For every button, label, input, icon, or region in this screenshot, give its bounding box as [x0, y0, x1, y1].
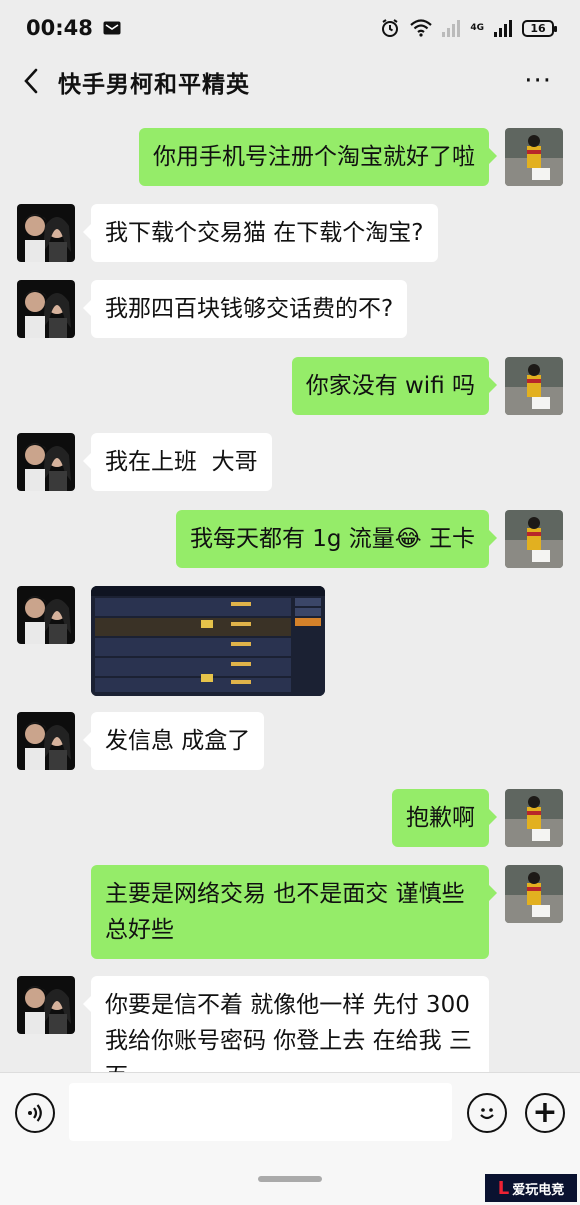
- home-indicator[interactable]: [258, 1176, 322, 1182]
- status-bar: 00:48 4G 16: [0, 0, 580, 56]
- avatar-photo-icon: [505, 357, 563, 415]
- more-dots-icon: ···: [524, 66, 552, 96]
- signal-sim2-icon: [494, 19, 512, 37]
- message-bubble-incoming[interactable]: 我在上班 大哥: [83, 433, 272, 491]
- more-button[interactable]: ···: [524, 66, 552, 96]
- voice-button[interactable]: [15, 1093, 55, 1133]
- battery-level: 16: [530, 21, 546, 35]
- alarm-icon: [382, 19, 399, 37]
- network-type: 4G: [470, 22, 484, 33]
- plus-icon: +: [532, 1095, 558, 1130]
- watermark-text: 爱玩电竞: [512, 1182, 565, 1198]
- message-bubble-outgoing[interactable]: 你家没有 wifi 吗: [291, 357, 498, 415]
- contact-avatar[interactable]: [17, 433, 75, 491]
- my-avatar[interactable]: [505, 865, 563, 923]
- my-avatar[interactable]: [505, 357, 563, 415]
- avatar-photo-icon: [17, 433, 75, 491]
- chevron-left-icon: [24, 68, 38, 94]
- contact-avatar[interactable]: [17, 204, 75, 262]
- avatar-photo-icon: [505, 510, 563, 568]
- contact-avatar[interactable]: [17, 586, 75, 644]
- avatar-photo-icon: [17, 976, 75, 1034]
- my-avatar[interactable]: [505, 128, 563, 186]
- message-bubble-incoming[interactable]: 我下载个交易猫 在下载个淘宝?: [83, 204, 438, 262]
- emoji-icon: [480, 1108, 494, 1120]
- message-bubble-outgoing[interactable]: 主要是网络交易 也不是面交 谨慎些总好些: [91, 865, 497, 959]
- message-input[interactable]: [69, 1083, 452, 1141]
- chat-title: 快手男柯和平精英: [58, 72, 250, 98]
- voice-icon: [28, 1104, 42, 1122]
- game-screenshot-image: [91, 586, 325, 696]
- avatar-photo-icon: [505, 128, 563, 186]
- message-bubble-incoming[interactable]: 我那四百块钱够交话费的不?: [82, 280, 408, 338]
- battery-icon: 16: [522, 19, 557, 37]
- my-avatar[interactable]: [505, 510, 563, 568]
- chat-header: 快手男柯和平精英 ···: [0, 56, 580, 106]
- avatar-photo-icon: [17, 204, 75, 262]
- message-list[interactable]: 你用手机号注册个淘宝就好了啦 我下载个交易猫 在下载个淘宝? 我那四百块钱够交话…: [0, 106, 580, 1072]
- message-bubble-incoming[interactable]: 发信息 成盒了: [82, 712, 265, 770]
- avatar-photo-icon: [505, 865, 563, 923]
- message-bubble-outgoing[interactable]: 抱歉啊: [392, 789, 497, 847]
- message-notification-icon: [103, 21, 121, 35]
- avatar-photo-icon: [17, 280, 75, 338]
- message-bubble-incoming[interactable]: 你要是信不着 就像他一样 先付 300 我给你账号密码 你登上去 在给我 三百: [83, 976, 489, 1072]
- signal-sim1-icon: [442, 19, 461, 37]
- message-bubble-outgoing[interactable]: 我每天都有 1g 流量😂 王卡: [175, 510, 498, 568]
- avatar-photo-icon: [505, 789, 563, 847]
- back-button[interactable]: [18, 64, 48, 98]
- status-time: 00:48: [26, 16, 93, 40]
- avatar-photo-icon: [17, 712, 75, 770]
- watermark-logo: L 爱玩电竞: [485, 1174, 577, 1202]
- emoji-button[interactable]: [467, 1093, 507, 1133]
- plus-button[interactable]: +: [525, 1093, 565, 1133]
- contact-avatar[interactable]: [17, 280, 75, 338]
- avatar-photo-icon: [17, 586, 75, 644]
- contact-avatar[interactable]: [17, 976, 75, 1034]
- my-avatar[interactable]: [505, 789, 563, 847]
- contact-avatar[interactable]: [17, 712, 75, 770]
- image-message[interactable]: [91, 586, 325, 696]
- watermark-logo-letter: L: [497, 1177, 510, 1199]
- message-bubble-outgoing[interactable]: 你用手机号注册个淘宝就好了啦: [139, 128, 497, 186]
- wifi-icon: [410, 19, 433, 37]
